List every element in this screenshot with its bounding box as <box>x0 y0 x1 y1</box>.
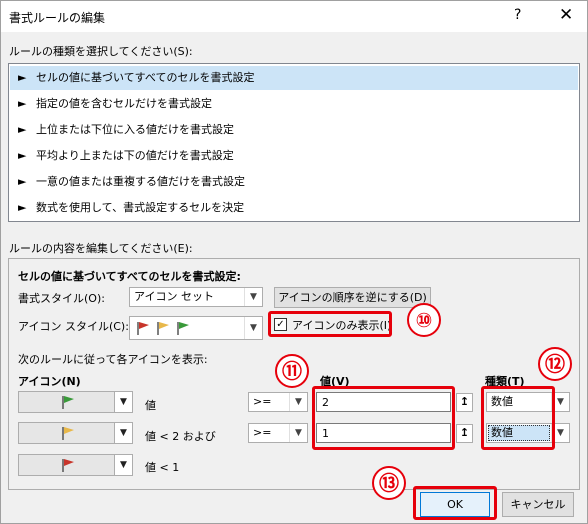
highlight-show-icon-only <box>268 311 392 337</box>
up-arrow-icon[interactable]: ↥ <box>456 393 473 412</box>
rule-type-list[interactable]: ► セルの値に基づいてすべてのセルを書式設定 ► 指定の値を含むセルだけを書式設定 … <box>8 63 580 222</box>
dialog-title: 書式ルールの編集 <box>9 11 106 25</box>
rules-caption: 次のルールに従って各アイコンを表示: <box>18 353 208 366</box>
callout-10: ⑩ <box>407 303 441 337</box>
format-style-select[interactable]: アイコン セット ▼ <box>129 287 263 307</box>
reverse-icon-order-button[interactable]: アイコンの順序を逆にする(D) <box>274 287 431 308</box>
flag-icon <box>61 458 75 475</box>
chevron-down-icon: ▼ <box>244 317 262 339</box>
rule-edit-label: ルールの内容を編集してください(E): <box>9 242 193 255</box>
right-arrow-icon: ► <box>18 149 27 162</box>
flag-icon <box>176 321 190 338</box>
list-item-label: 数式を使用して、書式設定するセルを決定 <box>36 201 245 214</box>
cancel-button[interactable]: キャンセル <box>502 492 574 517</box>
list-item-label: 指定の値を含むセルだけを書式設定 <box>36 97 212 110</box>
list-item-label: 上位または下位に入る値だけを書式設定 <box>36 123 234 136</box>
list-item[interactable]: ► 平均より上または下の値だけを書式設定 <box>10 144 578 168</box>
icon-style-label: アイコン スタイル(C): <box>18 320 129 333</box>
right-arrow-icon: ► <box>18 123 27 136</box>
icon-style-select[interactable]: ▼ <box>129 316 263 340</box>
format-style-label: 書式スタイル(O): <box>18 292 105 305</box>
row-3-condition: 値 < 1 <box>145 461 180 474</box>
list-item-label: 一意の値または重複する値だけを書式設定 <box>36 175 245 188</box>
format-style-value: アイコン セット <box>134 290 214 303</box>
chevron-down-icon: ▼ <box>289 393 307 411</box>
callout-13: ⑬ <box>372 466 406 500</box>
list-item[interactable]: ► 指定の値を含むセルだけを書式設定 <box>10 92 578 116</box>
col-icon-header: アイコン(N) <box>18 375 81 388</box>
right-arrow-icon: ► <box>18 71 27 84</box>
icon-select-2[interactable]: ▼ <box>18 422 133 444</box>
row-2-condition: 値 < 2 および <box>145 430 216 443</box>
callout-12: ⑫ <box>538 347 572 381</box>
right-arrow-icon: ► <box>18 175 27 188</box>
right-arrow-icon: ► <box>18 201 27 214</box>
callout-11: ⑪ <box>275 354 309 388</box>
highlight-ok-button <box>413 486 497 520</box>
list-item[interactable]: ► 数式を使用して、書式設定するセルを決定 <box>10 196 578 220</box>
operator-value: >= <box>253 395 272 408</box>
chevron-down-icon: ▼ <box>114 392 132 412</box>
list-item-label: セルの値に基づいてすべてのセルを書式設定 <box>36 71 255 84</box>
chevron-down-icon: ▼ <box>244 288 262 306</box>
flag-icon <box>61 395 75 412</box>
help-button[interactable]: ? <box>514 7 521 23</box>
list-item[interactable]: ► 上位または下位に入る値だけを書式設定 <box>10 118 578 142</box>
list-item-label: 平均より上または下の値だけを書式設定 <box>36 149 234 162</box>
rule-type-label: ルールの種類を選択してください(S): <box>9 45 193 58</box>
row-1-condition: 値 <box>145 399 156 412</box>
close-button[interactable]: ✕ <box>559 5 573 25</box>
right-arrow-icon: ► <box>18 97 27 110</box>
operator-select-1[interactable]: >= ▼ <box>248 392 308 412</box>
icon-select-3[interactable]: ▼ <box>18 454 133 476</box>
highlight-value-fields <box>312 386 455 450</box>
chevron-down-icon: ▼ <box>114 455 132 475</box>
flag-icon <box>136 321 150 338</box>
up-arrow-icon[interactable]: ↥ <box>456 424 473 443</box>
chevron-down-icon: ▼ <box>289 424 307 442</box>
flag-icon <box>61 426 75 443</box>
operator-select-2[interactable]: >= ▼ <box>248 423 308 443</box>
icon-select-1[interactable]: ▼ <box>18 391 133 413</box>
flag-icon <box>156 321 170 338</box>
chevron-down-icon: ▼ <box>114 423 132 443</box>
highlight-type-fields <box>481 386 555 450</box>
list-item[interactable]: ► 一意の値または重複する値だけを書式設定 <box>10 170 578 194</box>
list-item[interactable]: ► セルの値に基づいてすべてのセルを書式設定 <box>10 66 578 90</box>
operator-value: >= <box>253 426 272 439</box>
rule-edit-heading: セルの値に基づいてすべてのセルを書式設定: <box>18 270 241 283</box>
